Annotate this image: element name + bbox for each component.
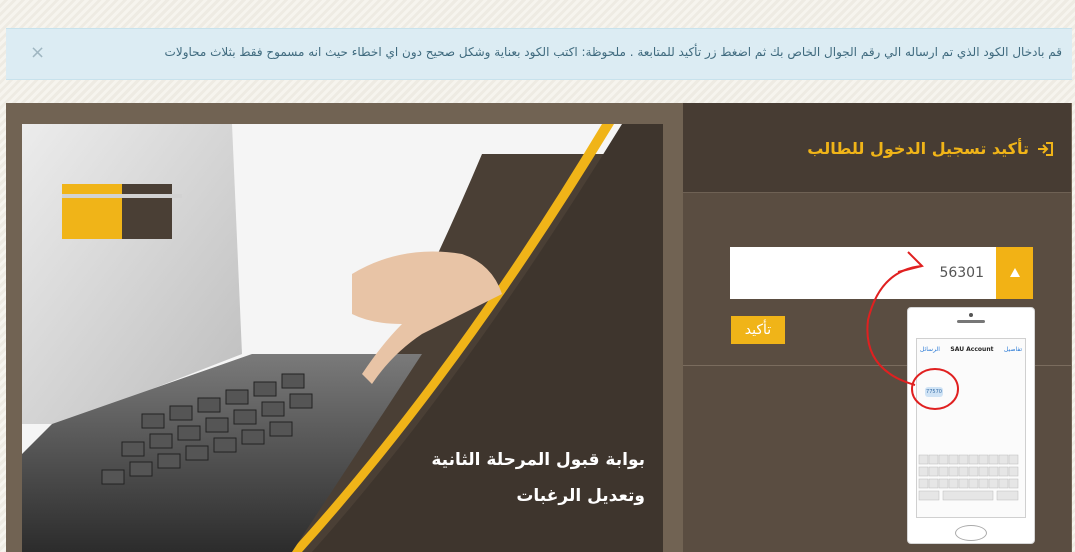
- lock-icon: [996, 247, 1033, 299]
- code-input[interactable]: [730, 247, 996, 299]
- phone-camera-icon: [969, 313, 973, 317]
- code-input-group: [730, 247, 1033, 299]
- info-alert: قم بادخال الكود الذي تم ارساله الي رقم ا…: [6, 28, 1072, 80]
- promo-banner: بوابة قبول المرحلة الثانية وتعديل الرغبا…: [22, 124, 663, 552]
- alert-message: قم بادخال الكود الذي تم ارساله الي رقم ا…: [164, 45, 1062, 59]
- phone-edit-label: تفاصيل: [1004, 346, 1022, 353]
- phone-keyboard-icon: [918, 454, 1019, 501]
- confirm-button[interactable]: تأكيد: [731, 316, 785, 344]
- login-header: تأكيد تسجيل الدخول للطالب: [683, 103, 1071, 193]
- promo-line-1: بوابة قبول المرحلة الثانية: [431, 450, 645, 470]
- sign-in-icon: [1038, 141, 1053, 156]
- promo-title: بوابة قبول المرحلة الثانية وتعديل الرغبا…: [431, 442, 645, 514]
- phone-home-button: [955, 525, 987, 541]
- close-icon[interactable]: ×: [30, 42, 45, 63]
- login-title: تأكيد تسجيل الدخول للطالب: [807, 139, 1053, 158]
- phone-screen: الرسائل SAU Account تفاصيل 77570: [916, 338, 1026, 518]
- phone-illustration: الرسائل SAU Account تفاصيل 77570: [907, 307, 1035, 544]
- phone-nav: الرسائل SAU Account تفاصيل: [917, 346, 1025, 353]
- status-bar: [917, 339, 1025, 346]
- phone-speaker-icon: [957, 320, 985, 323]
- promo-line-2: وتعديل الرغبات: [516, 486, 645, 506]
- sms-code-bubble: 77570: [925, 387, 943, 397]
- phone-app-title: SAU Account: [950, 346, 994, 353]
- login-title-text: تأكيد تسجيل الدخول للطالب: [807, 139, 1029, 158]
- phone-back-label: الرسائل: [920, 346, 940, 353]
